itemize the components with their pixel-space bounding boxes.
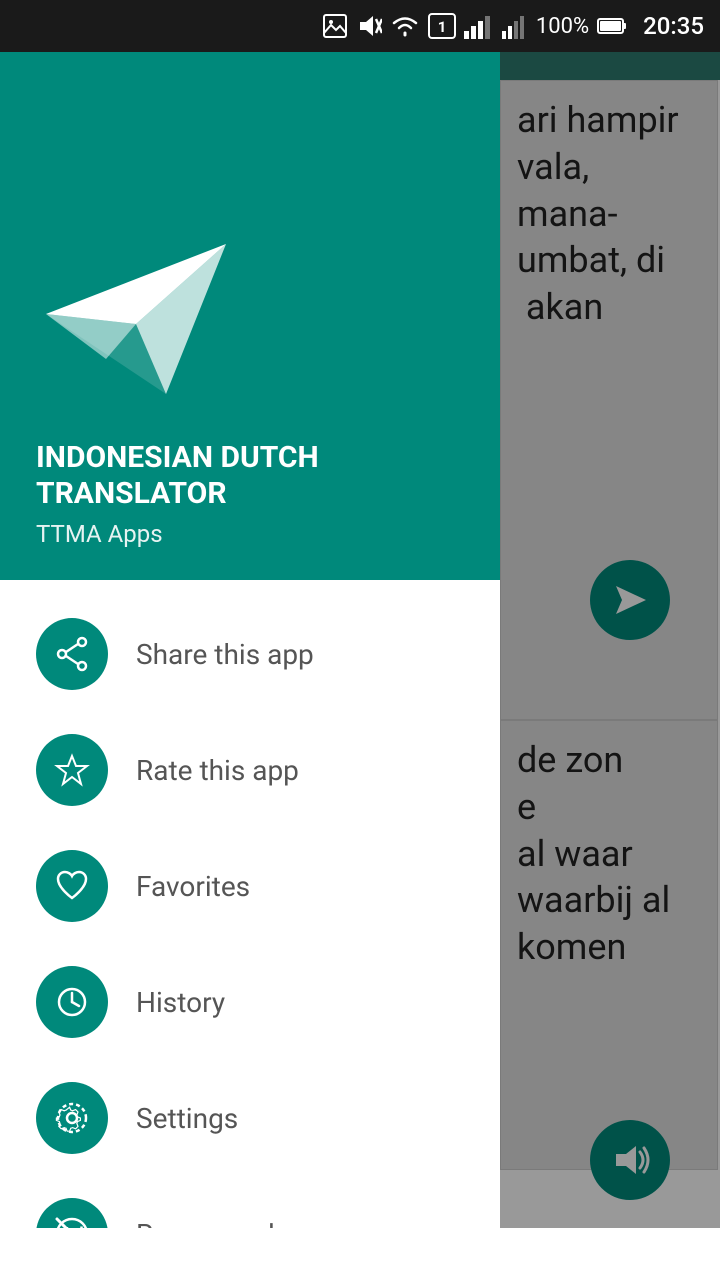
history-icon-circle bbox=[36, 966, 108, 1038]
mute-icon bbox=[356, 13, 382, 39]
favorites-icon-circle bbox=[36, 850, 108, 922]
heart-icon bbox=[54, 868, 90, 904]
clock-icon bbox=[54, 984, 90, 1020]
signal2-icon bbox=[502, 13, 528, 39]
app-title: INDONESIAN DUTCHTRANSLATOR bbox=[36, 440, 464, 512]
status-bar: 1 100% 20:35 bbox=[0, 0, 720, 52]
share-label: Share this app bbox=[136, 638, 314, 671]
drawer-header: INDONESIAN DUTCHTRANSLATOR TTMA Apps bbox=[0, 0, 500, 580]
share-icon bbox=[54, 636, 90, 672]
rate-label: Rate this app bbox=[136, 754, 299, 787]
remove-ads-label: Remove ads bbox=[136, 1218, 289, 1229]
menu-item-rate[interactable]: Rate this app bbox=[0, 712, 500, 828]
wifi-icon bbox=[390, 13, 420, 39]
no-ads-icon: Ads bbox=[54, 1216, 90, 1228]
app-logo bbox=[36, 204, 236, 424]
menu-item-share[interactable]: Share this app bbox=[0, 596, 500, 712]
navigation-drawer: INDONESIAN DUTCHTRANSLATOR TTMA Apps Sha… bbox=[0, 0, 500, 1228]
svg-text:1: 1 bbox=[438, 18, 447, 36]
remove-ads-icon-circle: Ads bbox=[36, 1198, 108, 1228]
signal-icon bbox=[464, 13, 494, 39]
gear-icon bbox=[54, 1100, 90, 1136]
history-label: History bbox=[136, 986, 225, 1019]
menu-item-favorites[interactable]: Favorites bbox=[0, 828, 500, 944]
settings-icon-circle bbox=[36, 1082, 108, 1154]
favorites-label: Favorites bbox=[136, 870, 250, 903]
notification-badge: 1 bbox=[428, 13, 456, 39]
time-display: 20:35 bbox=[643, 12, 704, 40]
star-icon bbox=[54, 752, 90, 788]
menu-item-history[interactable]: History bbox=[0, 944, 500, 1060]
settings-label: Settings bbox=[136, 1102, 238, 1135]
share-icon-circle bbox=[36, 618, 108, 690]
developer-name: TTMA Apps bbox=[36, 520, 464, 548]
battery-text: 100% bbox=[536, 14, 589, 39]
menu-item-remove-ads[interactable]: Ads Remove ads bbox=[0, 1176, 500, 1228]
drawer-menu: Share this app Rate this app Favorites bbox=[0, 580, 500, 1228]
status-icons: 1 100% 20:35 bbox=[322, 12, 704, 40]
menu-item-settings[interactable]: Settings bbox=[0, 1060, 500, 1176]
image-icon bbox=[322, 13, 348, 39]
rate-icon-circle bbox=[36, 734, 108, 806]
battery-icon bbox=[597, 16, 627, 36]
